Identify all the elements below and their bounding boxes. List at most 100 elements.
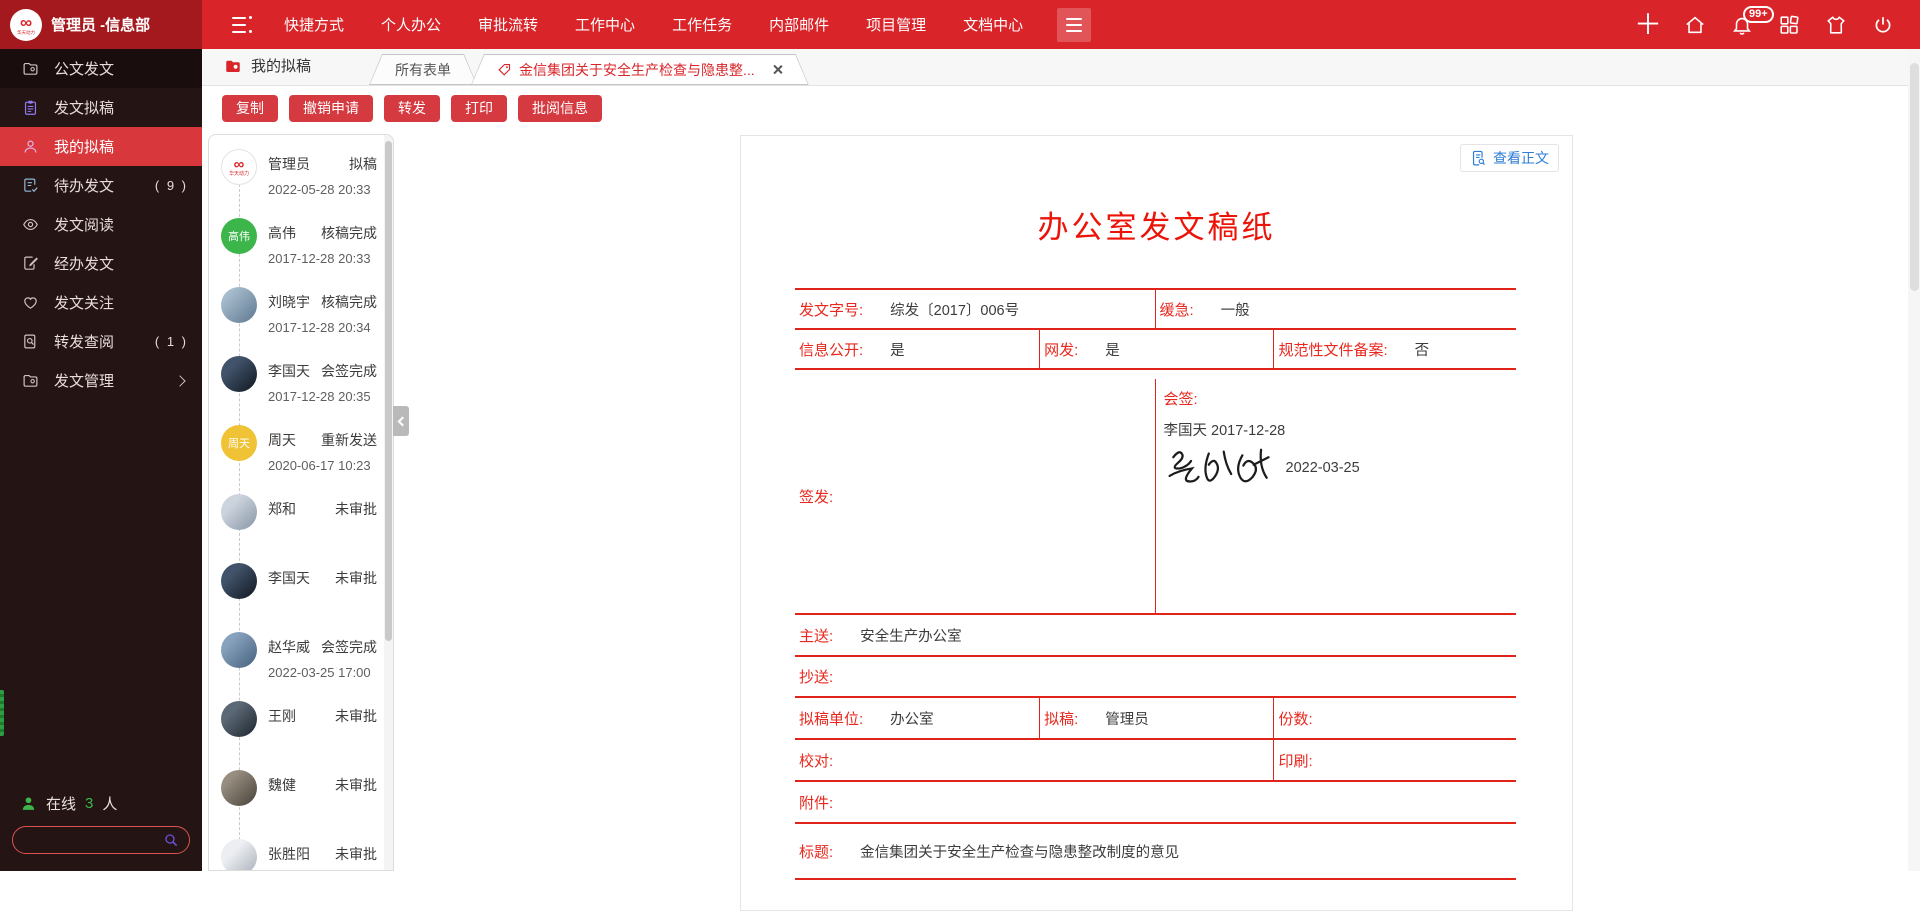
sidebar-item-my-drafts[interactable]: 我的拟稿 [0,127,202,166]
page-scrollbar[interactable] [1908,49,1920,871]
sidebar-item-pending-documents[interactable]: 待办发文 ( 9 ) [0,166,202,205]
sidebar-item-document-management[interactable]: 发文管理 [0,361,202,400]
tab-bar: 我的拟稿 所有表单 金信集团关于安全生产检查与隐患整... [202,49,1920,86]
search-doc-icon [22,333,39,350]
clipboard-icon [22,99,39,116]
approval-date: 2020-06-17 10:23 [268,458,377,473]
timeline-scrollbar[interactable] [384,135,393,870]
close-tab-icon[interactable] [772,64,783,75]
approver-name: 王刚 [268,706,296,726]
todo-doc-icon [22,177,39,194]
collapse-panel-handle[interactable] [393,406,409,436]
timeline-entry[interactable]: 高伟 高伟核稿完成 2017-12-28 20:33 [221,216,377,285]
menu-item-project-management[interactable]: 项目管理 [866,14,926,35]
approval-status: 未审批 [335,568,377,588]
avatar [221,563,257,599]
document-title: 办公室发文稿纸 [741,202,1572,247]
print-button[interactable]: 打印 [451,95,507,122]
timeline-entry[interactable]: 王刚 未审批 [221,699,377,768]
forward-button[interactable]: 转发 [384,95,440,122]
timeline-scrollbar-thumb[interactable] [385,141,392,641]
add-icon[interactable]: ＋ [1637,14,1659,36]
tabs: 所有表单 金信集团关于安全生产检查与隐患整... [369,54,803,85]
logout-power-icon[interactable] [1872,14,1894,36]
approver-name: 魏健 [268,775,296,795]
timeline-entry[interactable]: 李国天会签完成 2017-12-28 20:35 [221,354,377,423]
sidebar-item-document-follow[interactable]: 发文关注 [0,283,202,322]
apps-grid-icon[interactable] [1778,14,1800,36]
approver-name: 李国天 [268,361,310,381]
home-icon[interactable] [1684,14,1706,36]
menu-item-personal-office[interactable]: 个人办公 [381,14,441,35]
sidebar-search [12,826,190,854]
timeline-entry[interactable]: 周天 周天重新发送 2020-06-17 10:23 [221,423,377,492]
field-main-send: 主送: 安全生产办公室 [795,615,1516,655]
approver-name: 管理员 [268,154,310,174]
approval-status: 未审批 [335,706,377,726]
avatar: ∞华天动力 [221,149,257,185]
chevron-left-icon [398,416,408,426]
timeline-entry[interactable]: 魏健未审批 [221,768,377,837]
sidebar-item-official-dispatch[interactable]: 公文发文 [0,49,202,88]
top-navigation-bar: ∞ 华天动力 管理员 -信息部 快捷方式 个人办公 审批流转 工作中心 工作任务… [0,0,1920,49]
withdraw-request-button[interactable]: 撤销申请 [289,95,373,122]
review-info-button[interactable]: 批阅信息 [518,95,602,122]
approval-date: 2017-12-28 20:33 [268,251,377,266]
approval-status: 未审批 [335,844,377,864]
menu-item-approval-flow[interactable]: 审批流转 [478,14,538,35]
approver-name: 高伟 [268,223,296,243]
tab-document[interactable]: 金信集团关于安全生产检查与隐患整... [471,54,809,85]
sidebar-item-draft-document[interactable]: 发文拟稿 [0,88,202,127]
countersign-entry: 李国天 2017-12-28 [1164,419,1517,440]
approval-status: 会签完成 [321,637,377,657]
edge-widget-handle[interactable] [0,690,4,736]
online-count: 3 [85,795,93,812]
brand-area[interactable]: ∞ 华天动力 管理员 -信息部 [0,0,202,49]
timeline-entry[interactable]: 赵华威会签完成 2022-03-25 17:00 [221,630,377,699]
tag-icon [497,62,512,77]
page-scrollbar-thumb[interactable] [1910,63,1919,291]
menu-toggle-icon[interactable] [228,15,254,35]
menu-item-work-tasks[interactable]: 工作任务 [672,14,732,35]
person-icon [22,138,39,155]
topbar-actions: ＋ 99+ [1637,14,1920,36]
approval-status: 未审批 [335,499,377,519]
view-body-link[interactable]: 查看正文 [1460,144,1559,172]
menu-item-internal-mail[interactable]: 内部邮件 [769,14,829,35]
doc-view-icon [1470,150,1487,167]
notification-bell-icon[interactable]: 99+ [1731,14,1753,36]
sidebar-item-handled-documents[interactable]: 经办发文 [0,244,202,283]
company-logo-icon: ∞ 华天动力 [10,9,42,41]
tab-all-forms[interactable]: 所有表单 [369,54,477,85]
more-menu-button[interactable] [1057,8,1091,42]
menu-item-document-center[interactable]: 文档中心 [963,14,1023,35]
field-copy-send: 抄送: [795,657,1516,696]
timeline-entry[interactable]: 刘晓宇核稿完成 2017-12-28 20:34 [221,285,377,354]
field-drafter: 拟稿: 管理员 [1040,698,1274,738]
menu-item-shortcuts[interactable]: 快捷方式 [284,14,344,35]
copy-button[interactable]: 复制 [222,95,278,122]
approver-name: 李国天 [268,568,310,588]
sidebar-item-document-reading[interactable]: 发文阅读 [0,205,202,244]
module-folder-icon [224,57,242,75]
theme-tshirt-icon[interactable] [1825,14,1847,36]
avatar [221,287,257,323]
online-users[interactable]: 在线 3 人 [20,793,117,814]
timeline-entry[interactable]: 李国天 未审批 [221,561,377,630]
chevron-right-icon [174,375,185,386]
sidebar-item-forward-review[interactable]: 转发查阅 ( 1 ) [0,322,202,361]
approver-name: 张胜阳 [268,844,310,864]
timeline-entry[interactable]: 郑和未审批 [221,492,377,561]
timeline-entry[interactable]: ∞华天动力 管理员拟稿 2022-05-28 20:33 [221,147,377,216]
content-area: 我的拟稿 所有表单 金信集团关于安全生产检查与隐患整... 复制 撤销申请 转发… [202,49,1920,871]
search-input[interactable] [13,833,163,848]
field-web-publish: 网发: 是 [1040,330,1274,368]
search-icon[interactable] [163,832,179,848]
approval-date: 2017-12-28 20:34 [268,320,377,335]
approval-status: 会签完成 [321,361,377,381]
timeline-entry[interactable]: 张胜阳 未审批 [221,837,377,871]
menu-item-work-center[interactable]: 工作中心 [575,14,635,35]
toolbar: 复制 撤销申请 转发 打印 批阅信息 [202,86,1920,130]
timeline-list: ∞华天动力 管理员拟稿 2022-05-28 20:33 高伟 高伟核稿完成 2… [209,135,393,871]
approval-date: 2022-03-25 17:00 [268,665,377,680]
